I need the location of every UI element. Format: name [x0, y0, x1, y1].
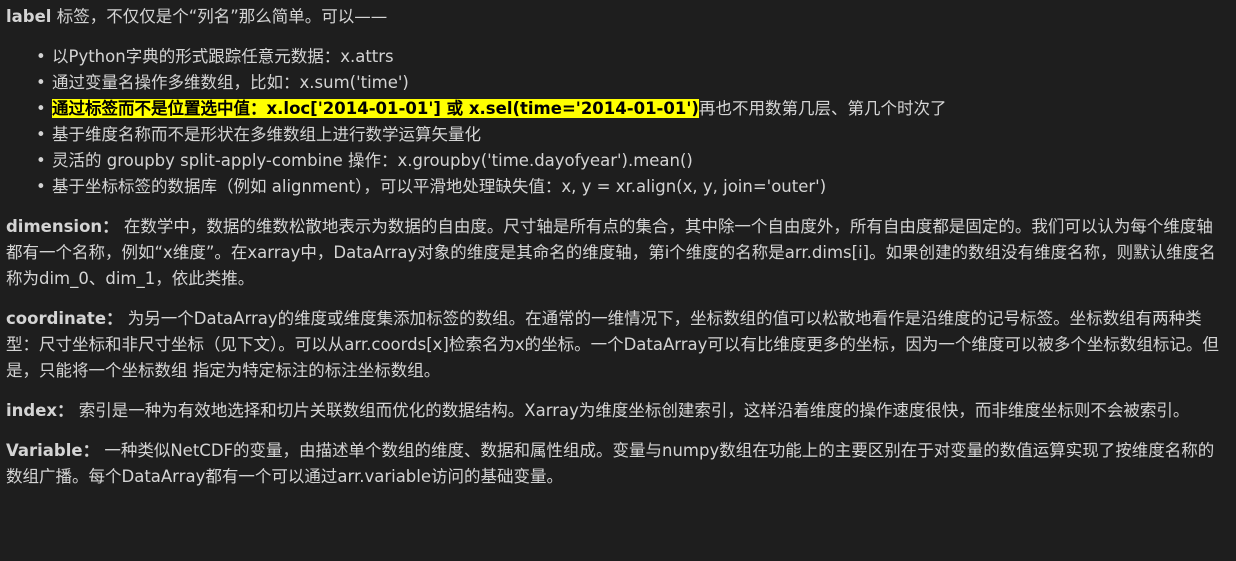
bullet-icon: •: [36, 47, 46, 66]
bullet-icon: •: [36, 73, 46, 92]
list-item: • 灵活的 groupby split-apply-combine 操作：x.gr…: [36, 148, 1228, 174]
bullet-icon: •: [36, 177, 46, 196]
highlighted-text: 通过标签而不是位置选中值：x.loc['2014-01-01'] 或 x.sel…: [52, 99, 699, 118]
intro-text: 标签，不仅仅是个“列名”那么简单。可以——: [51, 7, 388, 26]
term-label: label: [6, 7, 52, 26]
variable-paragraph: Variable： 一种类似NetCDF的变量，由描述单个数组的维度、数据和属性…: [6, 441, 1215, 486]
list-item: • 基于坐标标签的数据库（例如 alignment），可以平滑地处理缺失值：x, …: [36, 174, 1228, 200]
bullet-icon: •: [36, 151, 46, 170]
term-dimension: dimension：: [6, 217, 119, 236]
term-index: index：: [6, 401, 74, 420]
coordinate-paragraph: coordinate： 为另一个DataArray的维度或维度集添加标签的数组。…: [6, 309, 1219, 380]
term-variable: Variable：: [6, 441, 100, 460]
bullet-icon: •: [36, 125, 46, 144]
document-body: label 标签，不仅仅是个“列名”那么简单。可以—— • 以Python字典的形…: [0, 0, 1236, 490]
list-item: • 通过标签而不是位置选中值：x.loc['2014-01-01'] 或 x.se…: [36, 96, 1228, 122]
intro-paragraph: label 标签，不仅仅是个“列名”那么简单。可以——: [6, 4, 1228, 30]
bullet-icon: •: [36, 99, 46, 118]
list-item: • 基于维度名称而不是形状在多维数组上进行数学运算矢量化: [36, 122, 1228, 148]
dimension-paragraph: dimension： 在数学中，数据的维数松散地表示为数据的自由度。尺寸轴是所有…: [6, 217, 1216, 288]
feature-list: • 以Python字典的形式跟踪任意元数据：x.attrs • 通过变量名操作多维数…: [6, 44, 1228, 200]
index-paragraph: index： 索引是一种为有效地选择和切片关联数组而优化的数据结构。Xarray…: [6, 401, 1190, 420]
term-coordinate: coordinate：: [6, 309, 123, 328]
list-item: • 以Python字典的形式跟踪任意元数据：x.attrs: [36, 44, 1228, 70]
list-item: • 通过变量名操作多维数组，比如：x.sum('time'): [36, 70, 1228, 96]
